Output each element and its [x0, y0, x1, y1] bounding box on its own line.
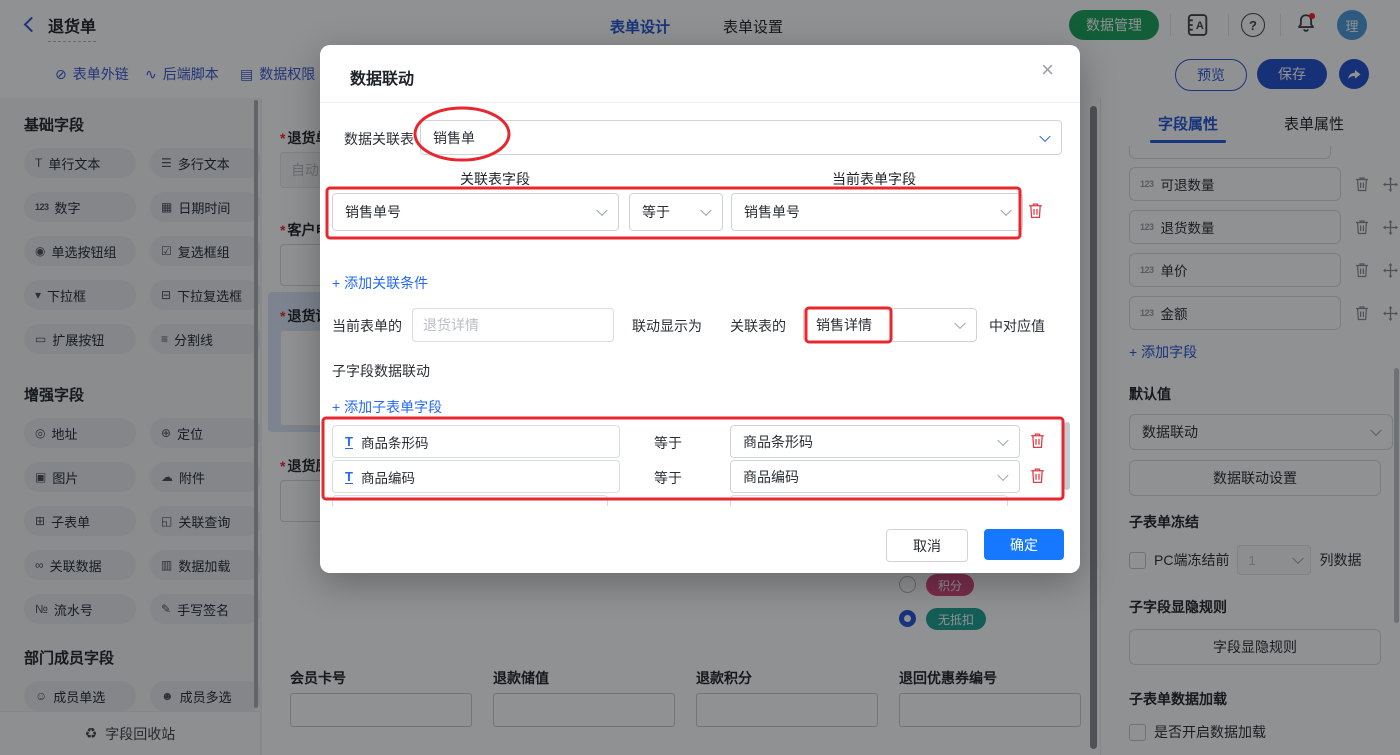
chevron-down-icon [997, 469, 1008, 480]
plus-icon: + [332, 275, 340, 291]
condition-operator-select[interactable]: 等于 [629, 193, 723, 231]
linkage-display-label: 联动显示为 [632, 316, 702, 336]
chevron-down-icon [997, 434, 1008, 445]
chevron-down-icon [954, 318, 965, 329]
divider [320, 102, 1080, 103]
subfield-section-label: 子字段数据联动 [332, 361, 430, 381]
relation-of-label: 关联表的 [730, 316, 786, 336]
select-value: 等于 [642, 202, 670, 222]
current-form-field-input[interactable] [412, 308, 614, 342]
form-designer-app: 退货单 表单设计 表单设置 数据管理 ? 理 ⊘ 表单外链 ∿ 后端脚本 ▤ 数… [0, 0, 1400, 755]
cancel-button[interactable]: 取消 [886, 529, 968, 562]
relation-field-select[interactable]: 销售详情 [803, 308, 977, 342]
delete-subfield-icon[interactable] [1030, 467, 1045, 484]
data-linkage-modal: 数据联动 × 数据关联表 销售单 关联表字段 当前表单字段 销售单号 等于 销售… [320, 45, 1080, 573]
condition-left-select[interactable]: 销售单号 [332, 193, 619, 231]
subfield-left-input[interactable]: T 商品编码 [332, 460, 620, 493]
relation-table-label: 数据关联表 [344, 129, 414, 149]
subfield-left-input[interactable]: T 商品条形码 [332, 425, 620, 458]
modal-title: 数据联动 [350, 65, 414, 89]
subfield-right-select[interactable]: 商品编码 [730, 460, 1020, 493]
chevron-down-icon [1039, 130, 1050, 141]
delete-subfield-icon[interactable] [1030, 432, 1045, 449]
select-value: 商品编码 [743, 467, 799, 487]
select-value: 销售单号 [744, 202, 800, 222]
text-field-icon: T [345, 470, 353, 484]
corresponding-value-label: 中对应值 [989, 316, 1045, 336]
subfield-right-select-partial [730, 495, 1008, 506]
modal-list-scrollbar[interactable] [1064, 422, 1070, 490]
close-icon[interactable]: × [1041, 59, 1054, 81]
current-form-field-column-header: 当前表单字段 [832, 169, 916, 189]
chevron-down-icon [700, 205, 711, 216]
subfield-right-select[interactable]: 商品条形码 [730, 425, 1020, 458]
add-subfield-link[interactable]: + 添加子表单字段 [332, 397, 442, 417]
confirm-button[interactable]: 确定 [984, 529, 1064, 560]
subfield-left-input-partial [332, 495, 608, 506]
select-value: 销售单 [433, 128, 475, 148]
field-value: 商品编码 [361, 467, 415, 487]
add-condition-link[interactable]: + 添加关联条件 [332, 273, 428, 293]
select-value: 销售单号 [345, 202, 401, 222]
select-value: 销售详情 [816, 315, 872, 335]
chevron-down-icon [1000, 205, 1011, 216]
select-value: 商品条形码 [743, 432, 813, 452]
equals-label: 等于 [654, 468, 682, 488]
plus-icon: + [332, 399, 340, 415]
chevron-down-icon [596, 205, 607, 216]
delete-condition-icon[interactable] [1028, 202, 1043, 219]
relation-field-column-header: 关联表字段 [460, 169, 530, 189]
condition-right-select[interactable]: 销售单号 [731, 193, 1023, 231]
relation-table-select[interactable]: 销售单 [420, 120, 1062, 155]
equals-label: 等于 [654, 433, 682, 453]
text-field-icon: T [345, 435, 353, 449]
current-form-label: 当前表单的 [332, 316, 402, 336]
field-value: 商品条形码 [361, 432, 429, 452]
